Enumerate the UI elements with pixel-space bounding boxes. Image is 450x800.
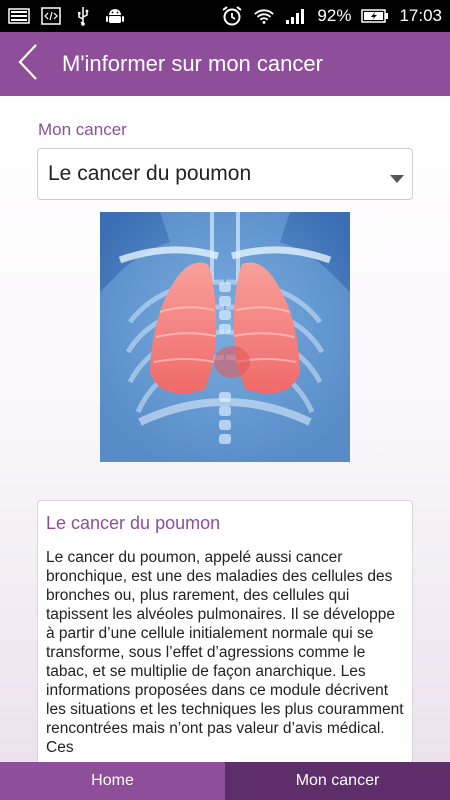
code-icon xyxy=(40,7,62,25)
lungs-illustration xyxy=(100,212,350,462)
back-button[interactable] xyxy=(0,32,56,96)
alarm-icon xyxy=(221,6,243,26)
wifi-icon xyxy=(253,7,275,25)
android-icon xyxy=(104,7,126,25)
clock: 17:03 xyxy=(399,6,442,25)
cancer-type-selected-value: Le cancer du poumon xyxy=(48,162,252,185)
main-content[interactable]: Mon cancer Le cancer du poumon Le cancer… xyxy=(0,96,450,762)
chevron-left-icon xyxy=(16,42,40,87)
page-title: M'informer sur mon cancer xyxy=(62,51,323,76)
cancer-type-label: Mon cancer xyxy=(38,120,127,139)
battery-percent: 92% xyxy=(317,6,352,25)
status-left xyxy=(8,7,126,26)
status-bar: 92% 17:03 xyxy=(0,0,450,32)
status-right: 92% 17:03 xyxy=(221,6,442,26)
caret-down-icon xyxy=(390,170,404,188)
tab-home[interactable]: Home xyxy=(0,762,225,800)
bottom-tabs: Home Mon cancer xyxy=(0,762,450,800)
tab-mon-cancer[interactable]: Mon cancer xyxy=(225,762,450,800)
info-card: Le cancer du poumon Le cancer du poumon,… xyxy=(37,500,413,762)
cancer-type-select[interactable]: Le cancer du poumon xyxy=(37,148,413,200)
info-card-body: Le cancer du poumon, appelé aussi cancer… xyxy=(46,549,404,756)
info-card-title: Le cancer du poumon xyxy=(46,513,221,533)
signal-icon xyxy=(285,7,307,25)
battery-icon xyxy=(361,7,389,25)
usb-icon xyxy=(72,7,94,26)
gallery-icon xyxy=(8,7,30,25)
app-bar: M'informer sur mon cancer xyxy=(0,32,450,96)
